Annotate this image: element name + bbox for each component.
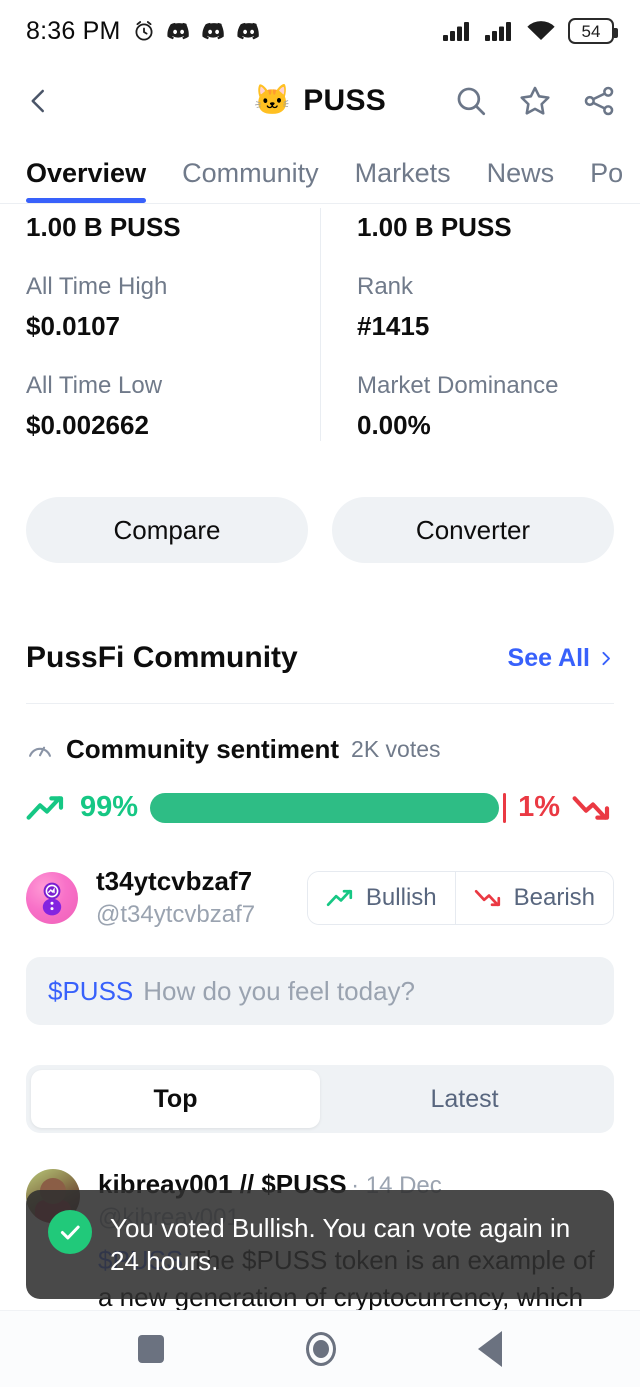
- battery-percent: 54: [581, 21, 601, 41]
- compose-cashtag: $PUSS: [48, 975, 134, 1006]
- tab-news[interactable]: News: [487, 158, 555, 203]
- user-identity: t34ytcvbzaf7 @t34ytcvbzaf7: [96, 866, 255, 929]
- feed-filter-tabs: Top Latest: [26, 1065, 614, 1133]
- converter-button[interactable]: Converter: [332, 497, 614, 563]
- action-buttons: Compare Converter: [0, 497, 640, 563]
- community-section-header: PussFi Community See All: [0, 641, 640, 675]
- trend-up-icon: [326, 889, 353, 906]
- rank-value: #1415: [357, 311, 430, 341]
- search-icon[interactable]: [454, 84, 488, 118]
- community-section-title: PussFi Community: [26, 641, 298, 674]
- all-time-high-label: All Time High: [26, 273, 168, 300]
- discord-icon: [166, 22, 189, 39]
- trend-down-icon: [474, 889, 500, 906]
- sentiment-bar-row: 99% 1%: [0, 791, 640, 824]
- sentiment-title: Community sentiment: [66, 734, 340, 764]
- wifi-icon: [527, 21, 555, 40]
- bullish-percent: 99%: [80, 791, 139, 823]
- system-nav-bar: [0, 1310, 640, 1387]
- tab-overview[interactable]: Overview: [26, 158, 147, 203]
- sentiment-bar: [150, 792, 507, 823]
- status-time: 8:36 PM: [26, 16, 121, 45]
- tab-community[interactable]: Community: [182, 158, 319, 203]
- circle-home-icon[interactable]: [306, 1332, 336, 1366]
- chevron-left-icon: [31, 89, 44, 113]
- stats-column-left: 1.00 B PUSS All Time High $0.0107 All Ti…: [26, 208, 320, 441]
- stats-column-right: 1.00 B PUSS Rank #1415 Market Dominance …: [320, 208, 614, 441]
- tab-markets[interactable]: Markets: [355, 158, 451, 203]
- battery-indicator: 54: [568, 18, 618, 44]
- star-icon[interactable]: [518, 84, 552, 118]
- signal-bars-icon: [485, 22, 511, 41]
- vote-buttons: Bullish Bearish: [306, 870, 614, 925]
- feed-filter-top[interactable]: Top: [31, 1070, 320, 1128]
- sentiment-header: Community sentiment 2K votes: [0, 734, 640, 765]
- toast-notification: You voted Bullish. You can vote again in…: [26, 1190, 614, 1299]
- trend-down-icon: [572, 795, 610, 820]
- rank-label: Rank: [357, 273, 414, 300]
- status-bar: 8:36 PM 54: [0, 0, 640, 62]
- app-bar: 🐱 PUSS: [0, 62, 640, 140]
- user-handle: @t34ytcvbzaf7: [96, 901, 256, 928]
- supply-value-left: 1.00 B PUSS: [26, 212, 181, 242]
- compose-input[interactable]: $PUSS How do you feel today?: [26, 957, 614, 1025]
- discord-icon: [201, 22, 224, 39]
- tab-portfolio[interactable]: Po: [590, 158, 623, 203]
- triangle-back-icon[interactable]: [478, 1331, 502, 1367]
- bearish-percent: 1%: [518, 791, 560, 823]
- section-divider: [26, 703, 614, 704]
- signal-bars-icon: [443, 22, 469, 41]
- alarm-icon: [135, 21, 153, 41]
- sentiment-votes: 2K votes: [351, 736, 441, 762]
- share-icon[interactable]: [582, 84, 616, 118]
- bullish-vote-button[interactable]: Bullish: [307, 871, 455, 924]
- status-bar-right: 54: [442, 18, 618, 44]
- compare-button[interactable]: Compare: [26, 497, 308, 563]
- avatar: [26, 871, 78, 924]
- stats-grid: 1.00 B PUSS All Time High $0.0107 All Ti…: [0, 208, 640, 441]
- user-name: t34ytcvbzaf7: [96, 866, 253, 896]
- coin-logo-icon: 🐱: [253, 84, 292, 117]
- toast-message: You voted Bullish. You can vote again in…: [110, 1213, 571, 1277]
- all-time-high-value: $0.0107: [26, 311, 120, 341]
- bearish-vote-button[interactable]: Bearish: [454, 871, 613, 924]
- all-time-low-value: $0.002662: [26, 410, 149, 440]
- check-icon: [60, 1225, 80, 1240]
- discord-icon: [236, 22, 259, 39]
- bullish-label: Bullish: [365, 883, 437, 911]
- see-all-link[interactable]: See All: [508, 644, 614, 673]
- phone-screen: 8:36 PM 54 🐱 PUSS Overview Community Mar…: [0, 0, 640, 1387]
- trend-up-icon: [26, 795, 64, 820]
- sentiment-bar-bullish: [150, 792, 499, 823]
- app-bar-actions: [454, 84, 616, 118]
- sentiment-bar-bearish: [502, 792, 507, 823]
- gauge-icon: [29, 746, 51, 757]
- see-all-label: See All: [507, 643, 590, 672]
- compose-placeholder: How do you feel today?: [143, 975, 415, 1006]
- market-dominance-label: Market Dominance: [357, 372, 559, 399]
- cmc-avatar-icon: [42, 882, 62, 915]
- check-circle-icon: [48, 1210, 92, 1254]
- all-time-low-label: All Time Low: [26, 372, 163, 399]
- user-vote-row: t34ytcvbzaf7 @t34ytcvbzaf7 Bullish Beari…: [0, 866, 640, 929]
- market-dominance-value: 0.00%: [357, 410, 431, 440]
- status-bar-left: 8:36 PM: [26, 17, 261, 46]
- feed-filter-latest[interactable]: Latest: [320, 1070, 609, 1128]
- supply-value-right: 1.00 B PUSS: [357, 212, 512, 242]
- chevron-right-icon: [602, 651, 610, 665]
- bearish-label: Bearish: [513, 883, 595, 911]
- square-recents-icon[interactable]: [138, 1335, 164, 1363]
- tab-bar: Overview Community Markets News Po: [0, 140, 640, 204]
- back-button[interactable]: [24, 84, 68, 118]
- coin-name: PUSS: [303, 84, 387, 117]
